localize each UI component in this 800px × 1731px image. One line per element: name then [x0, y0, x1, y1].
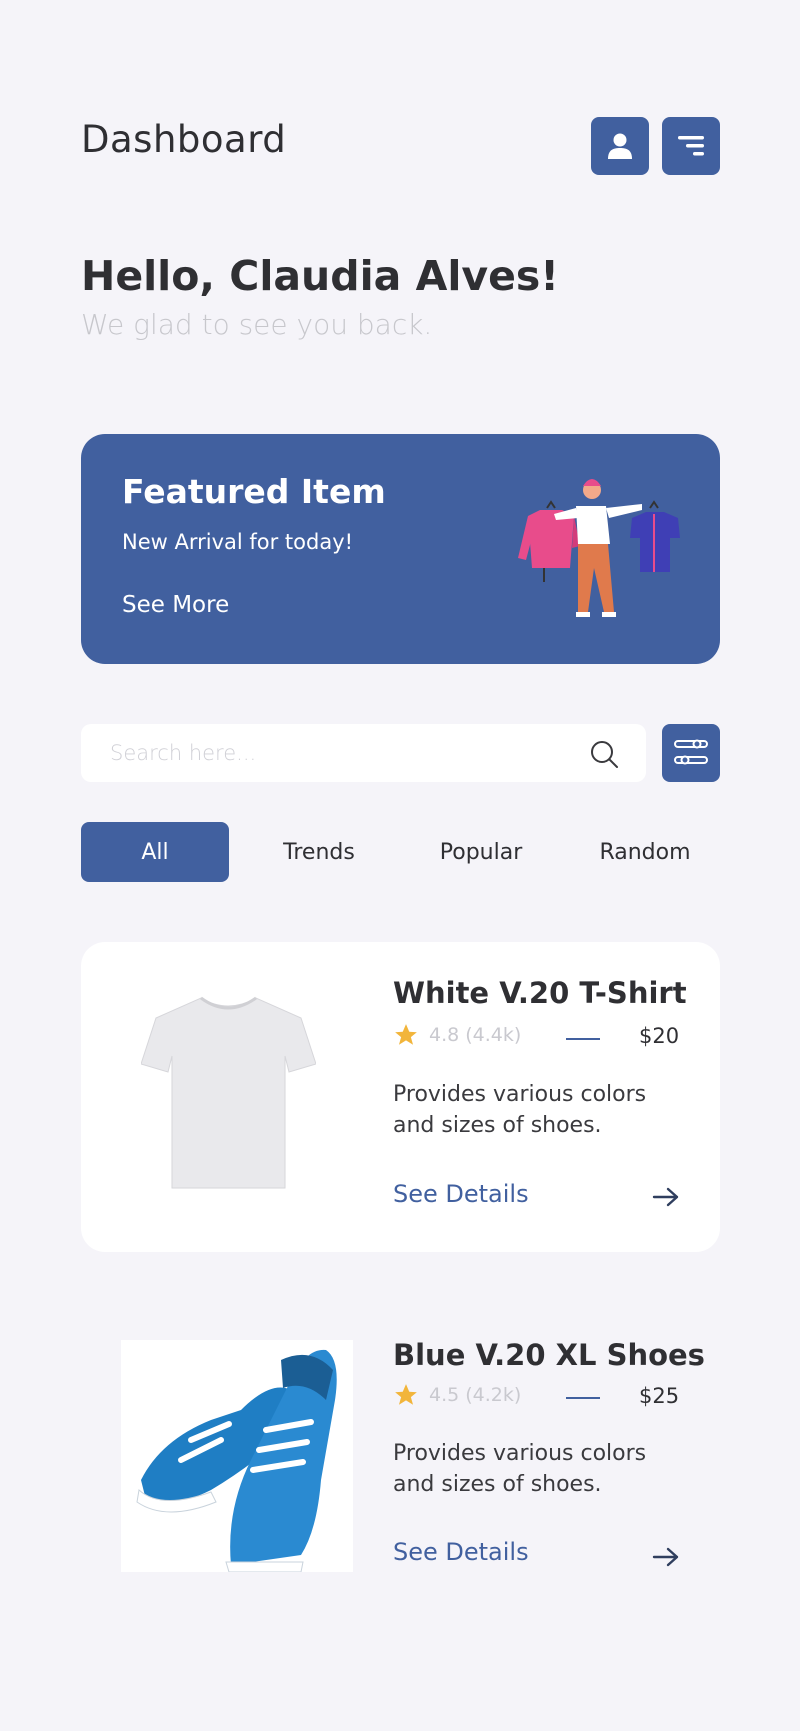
- product-card[interactable]: White V.20 T-Shirt 4.8 (4.4k) $20 Provid…: [81, 942, 720, 1252]
- featured-title: Featured Item: [122, 472, 386, 511]
- rating-text: 4.8 (4.4k): [429, 1024, 522, 1046]
- greeting-title: Hello, Claudia Alves!: [81, 252, 560, 300]
- shoes-image: [121, 1340, 353, 1572]
- see-details-link[interactable]: See Details: [393, 1180, 529, 1208]
- star-icon: [395, 1384, 417, 1405]
- greeting-subtitle: We glad to see you back.: [81, 308, 433, 341]
- product-price: $20: [639, 1024, 680, 1048]
- profile-button[interactable]: [591, 117, 649, 175]
- shopper-illustration: [518, 479, 680, 617]
- tab-popular[interactable]: Popular: [407, 822, 555, 882]
- search-bar[interactable]: [81, 724, 646, 782]
- product-rating: 4.5 (4.2k): [393, 1382, 521, 1408]
- user-icon: [608, 133, 632, 159]
- page-title: Dashboard: [81, 118, 287, 161]
- tab-trends[interactable]: Trends: [245, 822, 393, 882]
- product-card[interactable]: Blue V.20 XL Shoes 4.5 (4.2k) $25 Provid…: [81, 1300, 720, 1610]
- see-more-link[interactable]: See More: [122, 592, 229, 618]
- search-input[interactable]: [108, 740, 552, 766]
- tshirt-image: [141, 996, 316, 1189]
- tab-all[interactable]: All: [81, 822, 229, 882]
- arrow-right-icon[interactable]: [652, 1546, 680, 1568]
- product-name: White V.20 T-Shirt: [393, 976, 687, 1010]
- product-price: $25: [639, 1384, 680, 1408]
- star-icon: [395, 1024, 417, 1045]
- divider: [566, 1397, 600, 1399]
- product-description: Provides various colors and sizes of sho…: [393, 1082, 647, 1138]
- sliders-icon: [674, 739, 708, 765]
- product-rating: 4.8 (4.4k): [393, 1022, 521, 1048]
- product-name: Blue V.20 XL Shoes: [393, 1338, 705, 1372]
- featured-card[interactable]: Featured Item New Arrival for today! See…: [81, 434, 720, 664]
- filter-button[interactable]: [662, 724, 720, 782]
- arrow-right-icon[interactable]: [652, 1186, 680, 1208]
- product-description: Provides various colors and sizes of sho…: [393, 1441, 647, 1497]
- search-icon[interactable]: [588, 738, 620, 770]
- menu-icon: [678, 136, 704, 156]
- see-details-link[interactable]: See Details: [393, 1538, 529, 1566]
- featured-subtitle: New Arrival for today!: [122, 530, 354, 554]
- divider: [566, 1038, 600, 1040]
- tab-random[interactable]: Random: [570, 822, 720, 882]
- rating-text: 4.5 (4.2k): [429, 1384, 522, 1406]
- menu-button[interactable]: [662, 117, 720, 175]
